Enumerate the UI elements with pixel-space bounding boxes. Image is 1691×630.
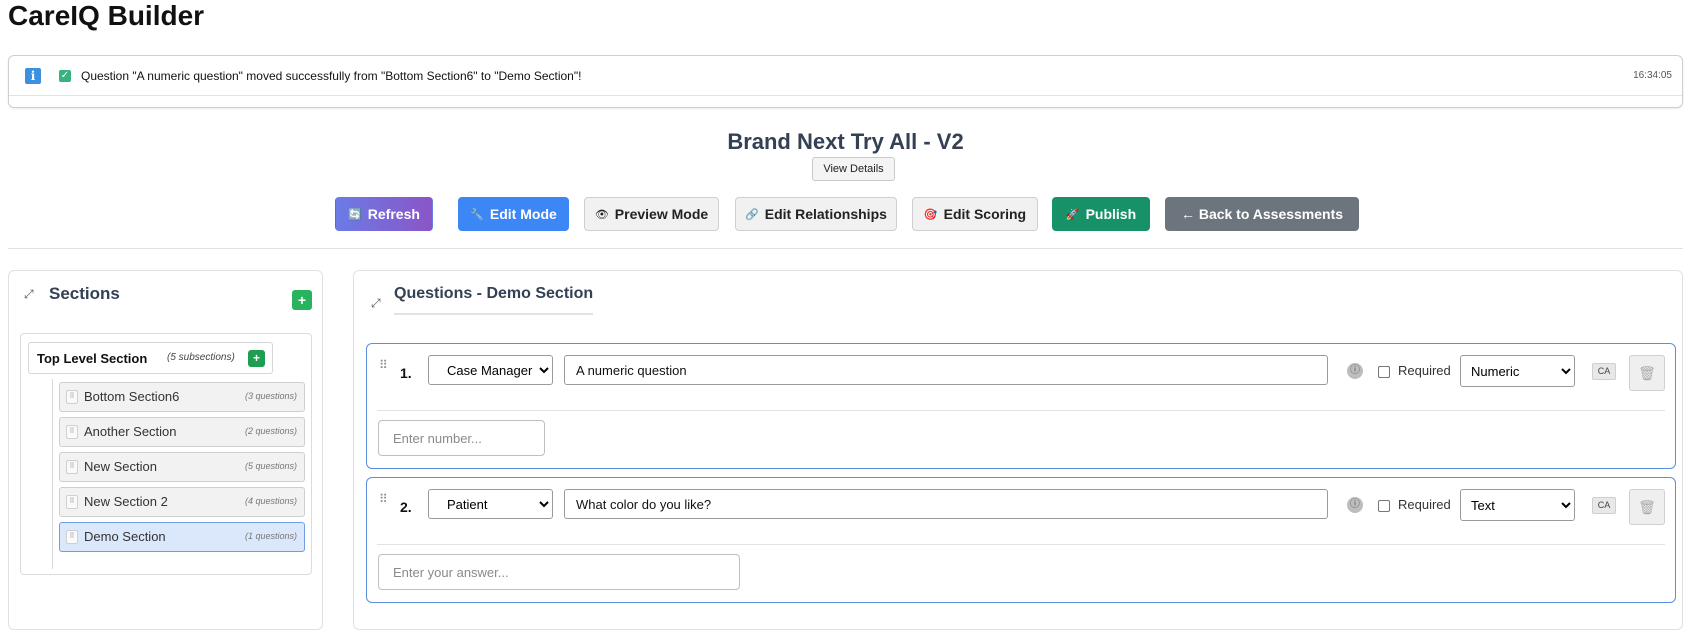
section-question-count: (2 questions): [244, 426, 297, 436]
section-question-count: (1 questions): [244, 531, 297, 541]
ca-badge[interactable]: CA: [1592, 363, 1616, 380]
refresh-button[interactable]: 🔄 Refresh: [335, 197, 433, 231]
info-icon[interactable]: ⓘ: [1347, 363, 1363, 379]
eye-icon: 👁: [594, 208, 609, 221]
target-icon: 🎯: [923, 208, 938, 221]
refresh-icon: 🔄: [348, 208, 362, 221]
drag-handle-icon[interactable]: ⠿: [66, 460, 78, 474]
back-to-assessments-button[interactable]: ← Back to Assessments: [1165, 197, 1359, 231]
notification-time: 16:34:05: [1633, 70, 1672, 81]
refresh-label: Refresh: [367, 206, 420, 222]
section-name: Demo Section: [84, 529, 166, 544]
question-divider: [377, 410, 1665, 411]
app-title: CareIQ Builder: [8, 0, 205, 31]
question-text-input[interactable]: [564, 355, 1328, 385]
question-number: 1.: [400, 365, 412, 381]
question-text-input[interactable]: [564, 489, 1328, 519]
edit-mode-button[interactable]: 🔧 Edit Mode: [458, 197, 569, 231]
preview-mode-button[interactable]: 👁 Preview Mode: [584, 197, 719, 231]
respondent-select[interactable]: Case Manager: [428, 355, 553, 385]
required-checkbox[interactable]: [1378, 366, 1390, 378]
drag-handle-icon[interactable]: ⠿: [66, 530, 78, 544]
subsection-count: (5 subsections): [167, 352, 235, 363]
question-type-select[interactable]: Numeric: [1460, 355, 1575, 387]
edit-relationships-label: Edit Relationships: [764, 206, 887, 222]
drag-handle-icon[interactable]: ⠿: [66, 425, 78, 439]
top-level-section-group: Top Level Section (5 subsections) + ⠿ Bo…: [20, 333, 312, 575]
link-icon: 🔗: [745, 208, 759, 221]
section-item-another-section[interactable]: ⠿ Another Section (2 questions): [59, 417, 305, 447]
trash-icon[interactable]: 🗑: [1629, 489, 1665, 525]
section-name: New Section 2: [84, 494, 168, 509]
info-icon: i: [25, 68, 41, 84]
section-item-new-section-2[interactable]: ⠿ New Section 2 (4 questions): [59, 487, 305, 517]
drag-handle-icon[interactable]: ⠿: [66, 495, 78, 509]
assessment-title: Brand Next Try All - V2: [727, 129, 964, 154]
section-question-count: (5 questions): [244, 461, 297, 471]
edit-scoring-label: Edit Scoring: [943, 206, 1027, 222]
question-type-select[interactable]: Text: [1460, 489, 1575, 521]
section-question-count: (4 questions): [244, 496, 297, 506]
info-icon[interactable]: ⓘ: [1347, 497, 1363, 513]
tree-connector: [52, 379, 53, 569]
section-item-demo-section[interactable]: ⠿ Demo Section (1 questions): [59, 522, 305, 552]
view-details-button[interactable]: View Details: [812, 157, 895, 181]
section-name: Bottom Section6: [84, 389, 180, 404]
section-name: New Section: [84, 459, 157, 474]
rocket-icon: 🚀: [1065, 208, 1080, 221]
questions-title: Questions - Demo Section: [394, 285, 594, 315]
expand-icon[interactable]: ⤢: [24, 287, 34, 302]
expand-icon[interactable]: ⤢: [371, 296, 381, 311]
section-name: Another Section: [84, 424, 177, 439]
edit-relationships-button[interactable]: 🔗 Edit Relationships: [735, 197, 897, 231]
answer-input[interactable]: [378, 554, 740, 590]
edit-mode-label: Edit Mode: [489, 206, 557, 222]
edit-scoring-button[interactable]: 🎯 Edit Scoring: [912, 197, 1038, 231]
sections-title: Sections: [49, 284, 120, 303]
top-level-section[interactable]: Top Level Section (5 subsections) +: [28, 342, 273, 374]
notification-message: Question "A numeric question" moved succ…: [81, 69, 582, 83]
drag-handle-icon[interactable]: ⠿: [379, 358, 388, 372]
trash-icon[interactable]: 🗑: [1629, 355, 1665, 391]
top-level-section-name: Top Level Section: [37, 351, 148, 366]
ca-badge[interactable]: CA: [1592, 497, 1616, 514]
preview-mode-label: Preview Mode: [614, 206, 709, 222]
sections-panel: ⤢ Sections + Top Level Section (5 subsec…: [8, 270, 323, 630]
section-item-new-section[interactable]: ⠿ New Section (5 questions): [59, 452, 305, 482]
required-label: Required: [1398, 497, 1451, 512]
publish-button[interactable]: 🚀 Publish: [1052, 197, 1150, 231]
required-label: Required: [1398, 363, 1451, 378]
question-card: ⠿ 2. Patient ⓘ Required Text CA 🗑: [366, 477, 1676, 603]
add-subsection-button[interactable]: +: [248, 350, 265, 367]
section-item-bottom-section6[interactable]: ⠿ Bottom Section6 (3 questions): [59, 382, 305, 412]
required-checkbox[interactable]: [1378, 500, 1390, 512]
questions-panel: ⤢ Questions - Demo Section ⠿ 1. Case Man…: [353, 270, 1683, 630]
notification-panel: i ✓ Question "A numeric question" moved …: [8, 55, 1683, 108]
notification-row: i ✓ Question "A numeric question" moved …: [9, 56, 1682, 96]
publish-label: Publish: [1085, 206, 1137, 222]
drag-handle-icon[interactable]: ⠿: [379, 492, 388, 506]
respondent-select[interactable]: Patient: [428, 489, 553, 519]
question-number: 2.: [400, 499, 412, 515]
drag-handle-icon[interactable]: ⠿: [66, 390, 78, 404]
wrench-icon: 🔧: [470, 208, 484, 221]
answer-input[interactable]: [378, 420, 545, 456]
header-divider: [8, 248, 1683, 249]
question-divider: [377, 544, 1665, 545]
check-icon: ✓: [59, 70, 71, 82]
add-section-button[interactable]: +: [292, 290, 312, 310]
question-card: ⠿ 1. Case Manager ⓘ Required Numeric CA …: [366, 343, 1676, 469]
section-question-count: (3 questions): [244, 391, 297, 401]
